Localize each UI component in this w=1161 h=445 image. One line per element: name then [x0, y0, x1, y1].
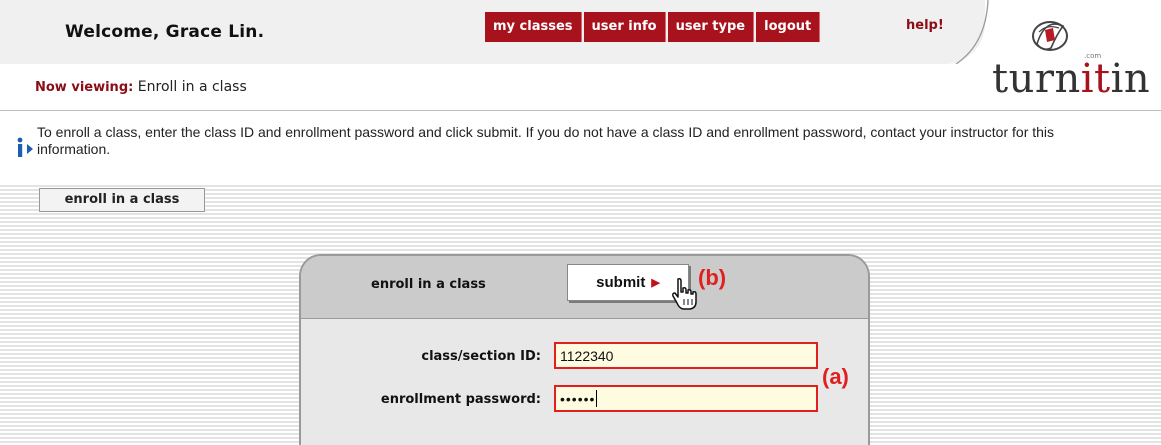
breadcrumb: Now viewing: Enroll in a class [35, 79, 247, 95]
welcome-message: Welcome, Grace Lin. [65, 22, 265, 42]
hand-cursor-icon [672, 278, 697, 310]
logo-suffix: in [1110, 56, 1151, 102]
nav-logout[interactable]: logout [756, 12, 821, 42]
help-link[interactable]: help! [906, 18, 944, 33]
turnitin-logo-text[interactable]: turnitin [992, 56, 1150, 102]
submit-label: submit [596, 274, 646, 291]
now-viewing-label: Now viewing: [35, 80, 134, 95]
top-header: Welcome, Grace Lin. my classes user info… [0, 0, 1161, 112]
class-id-label: class/section ID: [421, 349, 541, 364]
now-viewing-value: Enroll in a class [137, 79, 247, 95]
info-icon [17, 137, 33, 157]
header-curve [955, 0, 989, 64]
class-id-field[interactable]: 1122340 [554, 342, 818, 369]
panel-header: enroll in a class submit ▶ [301, 256, 868, 319]
logo-prefix: turn [992, 56, 1081, 102]
nav-my-classes[interactable]: my classes [485, 12, 582, 42]
info-message: To enroll a class, enter the class ID an… [37, 124, 1055, 157]
text-caret [596, 390, 598, 407]
password-label: enrollment password: [380, 392, 541, 407]
password-value: •••••• [560, 391, 596, 407]
info-strip: To enroll a class, enter the class ID an… [0, 111, 1161, 183]
panel-title: enroll in a class [371, 277, 486, 292]
password-field[interactable]: •••••• [554, 385, 818, 412]
tab-enroll-in-a-class[interactable]: enroll in a class [39, 188, 205, 212]
top-nav: my classes user info user type logout [485, 12, 821, 42]
arrow-right-icon: ▶ [651, 277, 660, 289]
annotation-a: (a) [822, 364, 849, 389]
enroll-panel: enroll in a class submit ▶ class/section… [299, 254, 870, 445]
logo-highlight: it [1080, 56, 1111, 102]
nav-user-info[interactable]: user info [583, 12, 666, 42]
annotation-b: (b) [698, 265, 727, 290]
nav-user-type[interactable]: user type [667, 12, 755, 42]
